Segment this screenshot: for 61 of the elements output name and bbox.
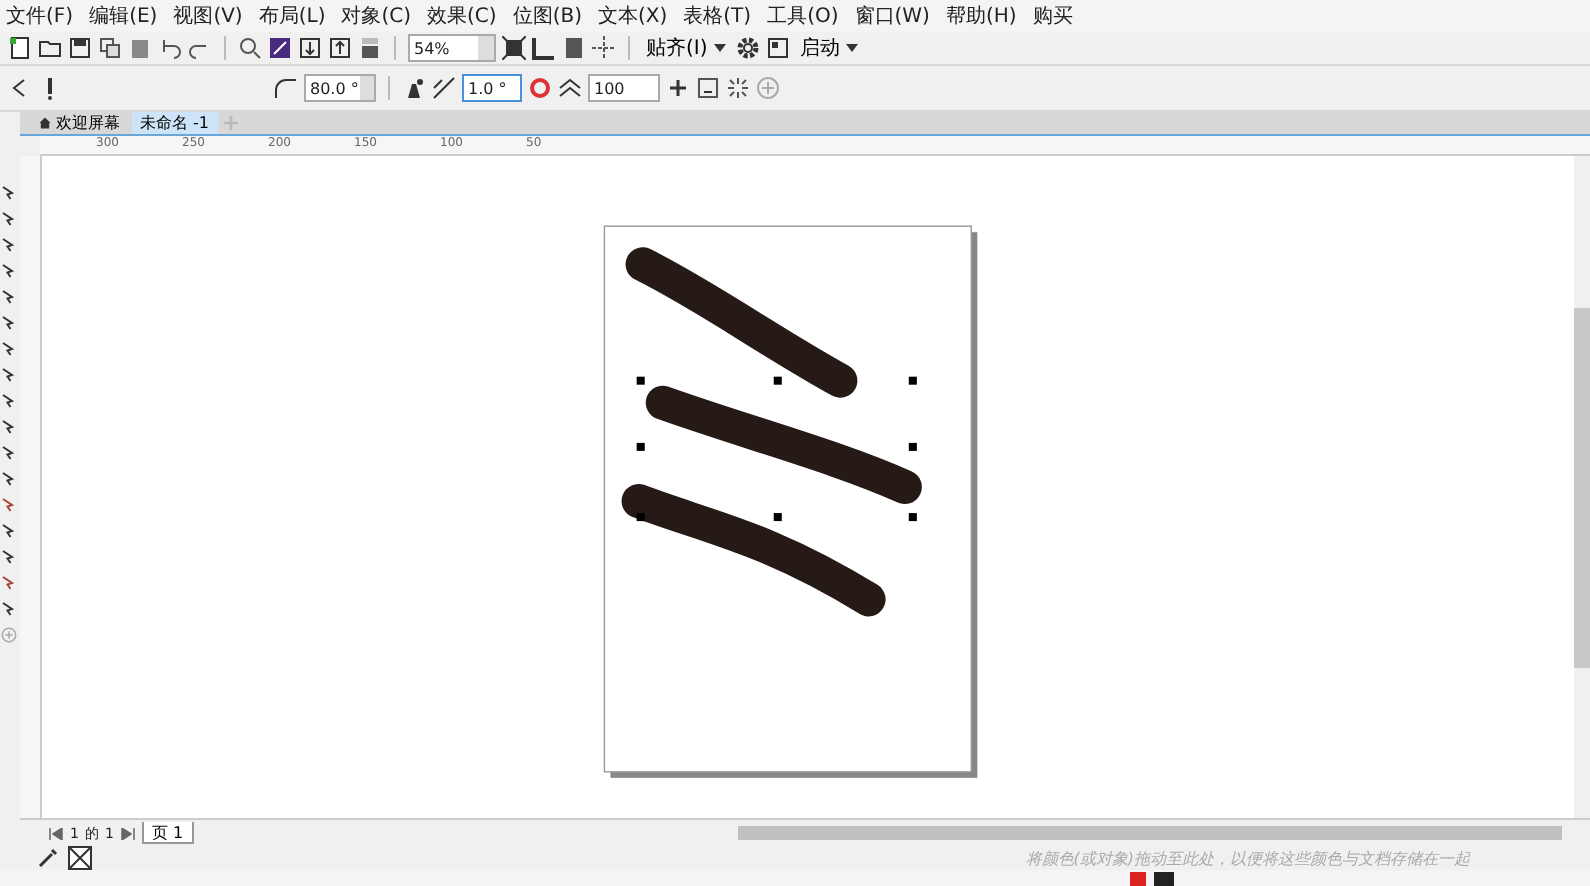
menu-item[interactable]: 对象(C) — [335, 2, 418, 30]
home-icon — [38, 116, 52, 130]
swatch-icon[interactable] — [268, 36, 292, 60]
new-document-icon[interactable] — [8, 36, 32, 60]
outline-swatch — [1154, 871, 1174, 885]
menu-item[interactable]: 帮助(H) — [939, 2, 1023, 30]
folder-icon[interactable] — [38, 36, 62, 60]
caret-icon[interactable] — [845, 44, 858, 53]
selection-handle[interactable] — [773, 513, 782, 522]
angle-icon[interactable] — [432, 76, 456, 100]
no-color-swatch-icon[interactable] — [68, 846, 92, 870]
export-icon[interactable] — [328, 36, 352, 60]
save-icon[interactable] — [68, 36, 92, 60]
menu-item[interactable]: 购买 — [1026, 2, 1079, 30]
menu-item[interactable]: 表格(T) — [677, 2, 758, 30]
brush-stroke[interactable] — [625, 247, 858, 398]
nib-angle-field[interactable]: 1.0 ° — [462, 74, 522, 102]
settings-icon[interactable] — [735, 36, 760, 60]
launcher-icon[interactable] — [765, 36, 790, 60]
menu-item[interactable]: 布局(L) — [252, 2, 332, 30]
smoothing-icon[interactable] — [274, 76, 298, 100]
caret-icon[interactable] — [713, 44, 726, 53]
burst-icon[interactable] — [726, 76, 750, 100]
selection-handle[interactable] — [636, 442, 645, 451]
document-tab[interactable]: 未命名 -1 — [132, 112, 218, 134]
full-screen-icon[interactable] — [502, 36, 526, 60]
rulers-icon[interactable] — [532, 36, 556, 60]
selection-handle[interactable] — [636, 376, 645, 385]
nib-icon[interactable] — [402, 76, 426, 100]
angle-field[interactable]: 80.0 ° — [304, 74, 376, 102]
undo-icon[interactable] — [158, 36, 182, 60]
selection-handle[interactable] — [636, 513, 645, 522]
import-icon[interactable] — [298, 36, 322, 60]
menu-item[interactable]: 窗口(W) — [848, 2, 936, 30]
menu-item[interactable]: 文件(F) — [0, 2, 80, 30]
brush-stroke[interactable] — [645, 385, 922, 505]
first-page-icon[interactable] — [48, 827, 64, 839]
selection-handle[interactable] — [773, 376, 782, 385]
menu-item[interactable]: 文本(X) — [591, 2, 674, 30]
horizontal-scrollbar[interactable] — [738, 826, 1562, 840]
menu-item[interactable]: 位图(B) — [506, 2, 588, 30]
plus-icon[interactable] — [666, 76, 690, 100]
launch-dropdown[interactable]: 启动 — [795, 34, 862, 62]
page-tab[interactable]: 页 1 — [141, 822, 194, 844]
snap-dropdown[interactable]: 贴齐(I) — [642, 34, 730, 62]
search-icon[interactable] — [238, 36, 262, 60]
brush-stroke[interactable] — [621, 483, 886, 617]
selection-handle[interactable] — [908, 513, 917, 522]
selection-handle[interactable] — [908, 376, 917, 385]
eyedropper-icon[interactable] — [36, 846, 60, 870]
selection-handle[interactable] — [908, 442, 917, 451]
menu-item[interactable]: 工具(O) — [761, 2, 845, 30]
guidelines-icon[interactable] — [592, 36, 616, 60]
zoom-dropdown[interactable]: 54% — [408, 34, 496, 62]
fill-swatch — [1130, 871, 1146, 885]
menu-item[interactable]: 编辑(E) — [83, 2, 164, 30]
menu-item[interactable]: 效果(C) — [421, 2, 503, 30]
copy-icon[interactable] — [98, 36, 122, 60]
size-field[interactable]: 100 — [588, 74, 660, 102]
last-page-icon[interactable] — [119, 827, 136, 839]
menu-item[interactable]: 视图(V) — [167, 2, 249, 30]
